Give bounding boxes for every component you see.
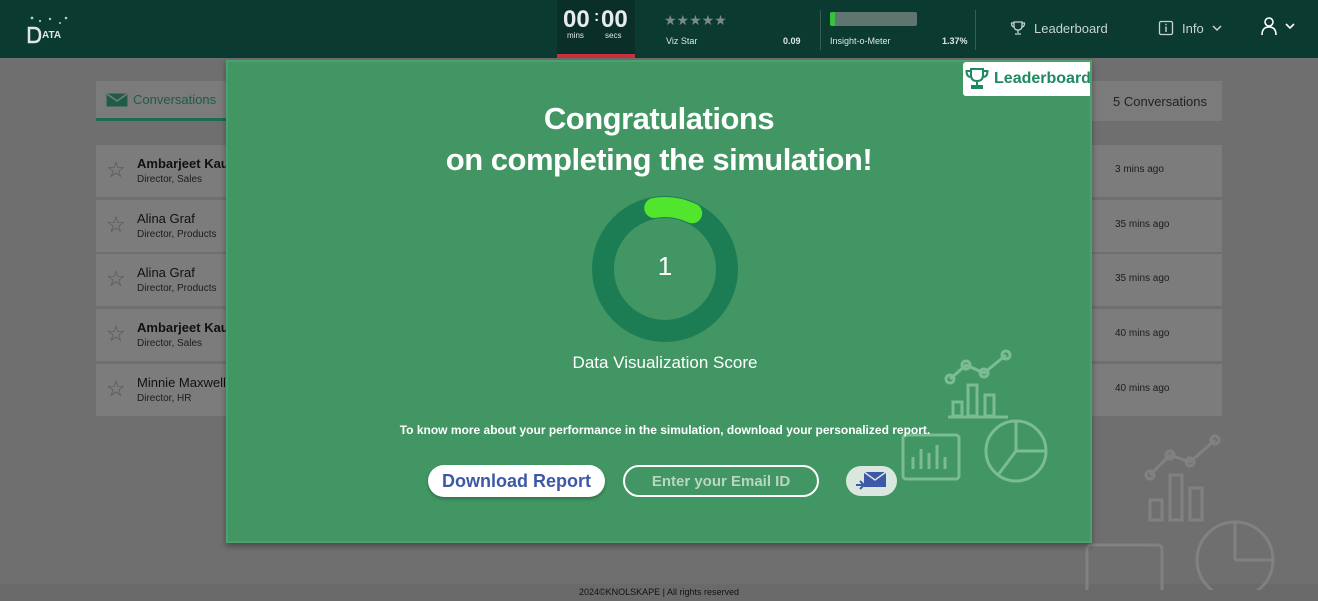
star-icon[interactable]: ☆: [106, 157, 126, 183]
contact-role: Director, Sales: [137, 174, 203, 185]
contact-name: Alina Graf: [137, 265, 195, 280]
insight-meter-bar: [830, 12, 917, 26]
contact-role: Director, HR: [137, 393, 192, 404]
user-icon: [1261, 17, 1295, 36]
divider: [975, 10, 976, 50]
message-time: 40 mins ago: [1115, 383, 1170, 394]
star-icon[interactable]: ☆: [106, 266, 126, 292]
contact-role: Director, Products: [137, 229, 217, 240]
download-report-button[interactable]: Download Report: [428, 465, 605, 497]
timer-minutes-label: mins: [567, 31, 584, 40]
logo-text: ATA: [42, 30, 62, 41]
message-time: 35 mins ago: [1115, 219, 1170, 230]
decorative-chart-icon: [1085, 434, 1275, 590]
email-input[interactable]: [623, 465, 819, 497]
star-icon[interactable]: ☆: [106, 212, 126, 238]
insight-meter-value: 1.37%: [942, 36, 968, 46]
contact-name: Minnie Maxwell: [137, 375, 226, 390]
contact-name: Ambarjeet Kaur: [137, 320, 234, 335]
timer-minutes: 00: [563, 6, 590, 33]
tab-conversations-label: Conversations: [133, 92, 217, 107]
topbar-leaderboard-button[interactable]: Leaderboard: [1010, 20, 1108, 36]
modal-title: Congratulations on completing the simula…: [228, 98, 1090, 180]
top-bar: ATA 00 : 00 mins secs ★★★★★ Viz Star 0.0…: [0, 0, 1318, 58]
contact-name: Alina Graf: [137, 211, 195, 226]
score-value: 1: [657, 251, 673, 281]
modal-title-line2: on completing the simulation!: [445, 142, 873, 177]
completion-modal: Leaderboard Congratulations on completin…: [226, 60, 1092, 543]
timer-separator: :: [594, 8, 600, 25]
divider: [820, 10, 821, 50]
send-email-button[interactable]: [846, 466, 897, 496]
user-menu-button[interactable]: [1260, 16, 1298, 43]
message-time: 35 mins ago: [1115, 273, 1170, 284]
trophy-icon: [965, 68, 989, 89]
contact-name: Ambarjeet Kaur: [137, 156, 234, 171]
mail-icon: [106, 92, 128, 106]
info-menu-button[interactable]: Info: [1158, 20, 1222, 36]
send-mail-icon: [855, 471, 886, 490]
star-icon[interactable]: ☆: [106, 376, 126, 402]
viz-star-label: Viz Star: [666, 36, 698, 46]
timer: 00 : 00 mins secs: [557, 0, 635, 58]
app-logo[interactable]: ATA: [26, 14, 96, 46]
topbar-leaderboard-label: Leaderboard: [1034, 20, 1108, 36]
conversation-count: 5 Conversations: [1113, 93, 1207, 109]
info-icon: [1158, 20, 1174, 36]
star-icon[interactable]: ☆: [106, 321, 126, 347]
info-label: Info: [1182, 20, 1204, 36]
viz-star-rating: ★★★★★: [664, 12, 727, 28]
insight-meter-fill: [830, 12, 836, 26]
insight-meter-label: Insight-o-Meter: [830, 36, 891, 46]
contact-role: Director, Products: [137, 283, 217, 294]
message-time: 40 mins ago: [1115, 328, 1170, 339]
contact-role: Director, Sales: [137, 338, 203, 349]
viz-star-value: 0.09: [783, 36, 801, 46]
modal-title-line1: Congratulations: [543, 101, 775, 136]
report-info-text: To know more about your performance in t…: [399, 423, 931, 437]
chevron-down-icon: [1212, 25, 1222, 32]
message-time: 3 mins ago: [1115, 164, 1164, 175]
timer-seconds: 00: [601, 6, 628, 33]
modal-leaderboard-label: Leaderboard: [994, 70, 1091, 87]
tab-conversations[interactable]: Conversations: [96, 81, 231, 121]
trophy-icon: [1010, 21, 1026, 35]
timer-seconds-label: secs: [605, 31, 622, 40]
modal-leaderboard-button[interactable]: Leaderboard: [963, 62, 1091, 96]
decorative-analytics-icon: [901, 349, 1048, 483]
